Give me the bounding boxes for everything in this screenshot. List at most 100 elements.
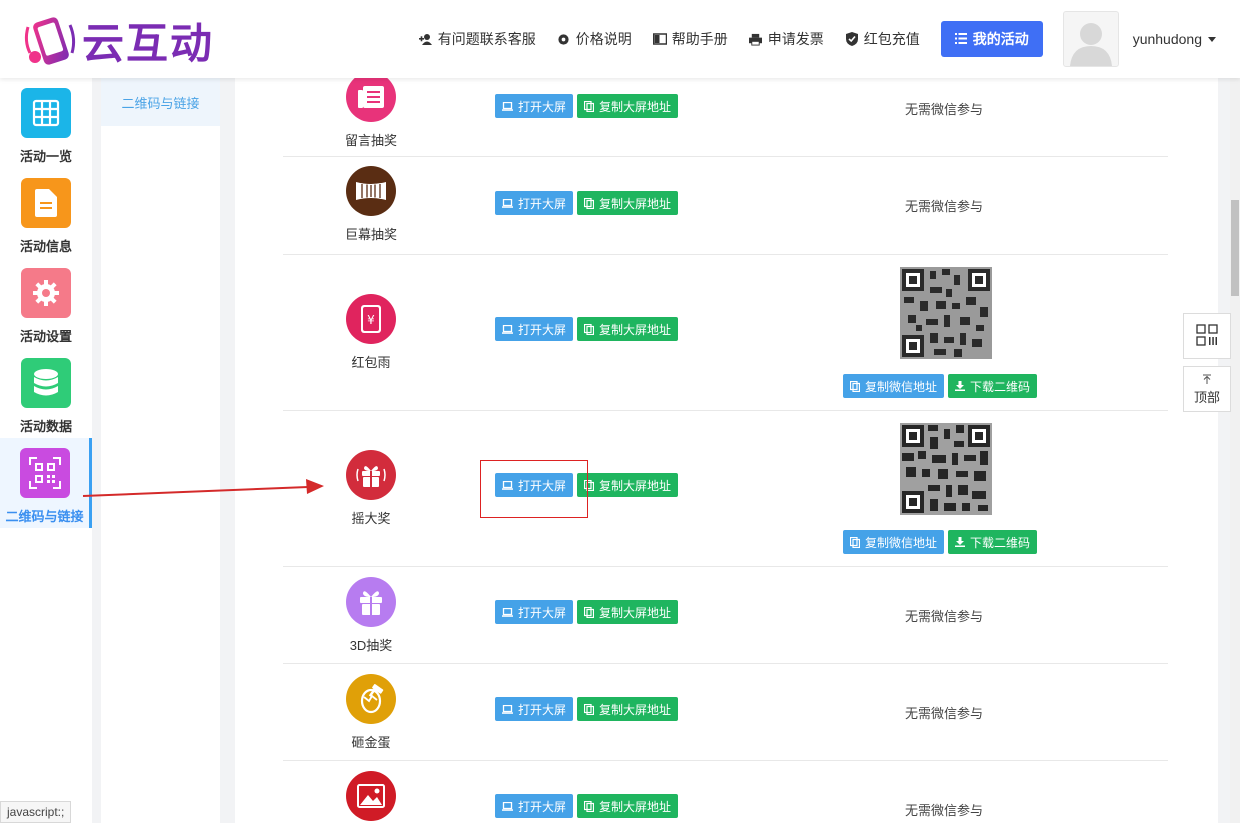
- laptop-icon: [502, 704, 513, 714]
- copy-screen-url-label: 复制大屏地址: [599, 478, 672, 493]
- sidebar-item-overview[interactable]: 活动一览: [0, 78, 92, 168]
- sidebar-item-data[interactable]: 活动数据: [0, 348, 92, 438]
- back-to-top-button[interactable]: 顶部: [1183, 366, 1231, 412]
- open-screen-label: 打开大屏: [518, 196, 567, 211]
- no-wechat-text: 无需微信参与: [905, 609, 984, 624]
- scrollbar-thumb[interactable]: [1231, 200, 1239, 296]
- copy-screen-url-button[interactable]: 复制大屏地址: [577, 600, 679, 624]
- screen-buttons: 打开大屏 复制大屏地址: [495, 94, 682, 118]
- copy-icon: [584, 703, 595, 715]
- copy-screen-url-button[interactable]: 复制大屏地址: [577, 473, 679, 497]
- sidebar-item-qrcode-links[interactable]: 二维码与链接: [0, 438, 92, 528]
- laptop-icon: [502, 607, 513, 617]
- game-cell: 巨幕抽奖: [345, 166, 397, 243]
- copy-screen-url-label: 复制大屏地址: [599, 196, 672, 211]
- download-qr-button[interactable]: 下载二维码: [948, 374, 1038, 398]
- shield-check-icon: [845, 32, 859, 46]
- copy-wechat-url-label: 复制微信地址: [865, 379, 938, 394]
- gear-icon: [557, 32, 571, 46]
- my-activity-label: 我的活动: [972, 31, 1029, 47]
- sidebar-item-label: 活动数据: [19, 419, 72, 434]
- copy-screen-url-button[interactable]: 复制大屏地址: [577, 317, 679, 341]
- copy-icon: [584, 323, 595, 335]
- scrollbar-track[interactable]: [1230, 78, 1240, 823]
- table-row: 留言抽奖 打开大屏 复制大屏地址 无需微信参与: [283, 78, 1168, 157]
- nav-pricing-label: 价格说明: [575, 31, 632, 47]
- game-cell: ¥ 红包雨: [345, 294, 397, 371]
- grid-icon: [21, 88, 71, 138]
- sidebar-item-settings[interactable]: 活动设置: [0, 258, 92, 348]
- game-cell: 3D抽奖: [345, 577, 397, 654]
- list-icon: [954, 31, 967, 47]
- sub-sidebar: 二维码与链接: [101, 78, 220, 823]
- copy-icon: [584, 100, 595, 112]
- user-plus-icon: [418, 32, 433, 46]
- float-qrcode-button[interactable]: [1183, 313, 1231, 359]
- copy-icon: [584, 197, 595, 209]
- table-row: 巨幕抽奖 打开大屏 复制大屏地址 无需微信参与: [283, 158, 1168, 255]
- printer-icon: [749, 32, 763, 46]
- copy-wechat-url-button[interactable]: 复制微信地址: [843, 374, 945, 398]
- copy-screen-url-button[interactable]: 复制大屏地址: [577, 697, 679, 721]
- download-qr-label: 下载二维码: [970, 379, 1031, 394]
- game-name: 摇大奖: [351, 511, 391, 526]
- red-envelope-icon: ¥: [346, 294, 396, 344]
- open-screen-button[interactable]: 打开大屏: [495, 697, 574, 721]
- copy-screen-url-button[interactable]: 复制大屏地址: [577, 94, 679, 118]
- copy-wechat-url-button[interactable]: 复制微信地址: [843, 530, 945, 554]
- table-row: ¥ 红包雨 打开大屏 复制大屏地址 复制微信地址 下载二维码: [283, 255, 1168, 411]
- open-screen-button[interactable]: 打开大屏: [495, 191, 574, 215]
- no-wechat-text: 无需微信参与: [905, 803, 984, 818]
- my-activity-button[interactable]: 我的活动: [940, 21, 1043, 57]
- copy-screen-url-button[interactable]: 复制大屏地址: [577, 794, 679, 818]
- copy-icon: [850, 536, 860, 548]
- copy-icon: [584, 606, 595, 618]
- download-icon: [955, 537, 966, 547]
- open-screen-button[interactable]: 打开大屏: [495, 317, 574, 341]
- phone-logo-icon: [22, 13, 78, 69]
- download-icon: [955, 381, 966, 391]
- open-screen-label: 打开大屏: [518, 799, 567, 814]
- sub-sidebar-item-qrcode-links[interactable]: 二维码与链接: [101, 78, 220, 126]
- copy-screen-url-label: 复制大屏地址: [599, 799, 672, 814]
- screen-buttons: 打开大屏 复制大屏地址: [495, 317, 682, 341]
- open-screen-button[interactable]: 打开大屏: [495, 600, 574, 624]
- image-icon: [346, 771, 396, 821]
- screen-buttons: 打开大屏 复制大屏地址: [495, 191, 682, 215]
- golden-egg-icon: [346, 674, 396, 724]
- highlight-box: [480, 460, 588, 518]
- game-cell: 砸金蛋: [345, 674, 397, 751]
- open-screen-button[interactable]: 打开大屏: [495, 94, 574, 118]
- qr-code-image: [900, 423, 992, 515]
- sidebar-item-info[interactable]: 活动信息: [0, 168, 92, 258]
- qrcode-outline-icon: [1196, 323, 1218, 349]
- caret-down-icon: [1208, 36, 1216, 42]
- nav-invoice-label: 申请发票: [767, 31, 824, 47]
- top-nav: 有问题联系客服 价格说明 帮助手册 申请发票 红包充值 我的活动 yunhudo…: [418, 0, 1240, 78]
- laptop-icon: [502, 324, 513, 334]
- sidebar-item-label: 活动设置: [19, 329, 72, 344]
- download-qr-button[interactable]: 下载二维码: [948, 530, 1038, 554]
- avatar[interactable]: [1062, 11, 1119, 67]
- nav-help-manual-label: 帮助手册: [671, 31, 728, 47]
- copy-screen-url-button[interactable]: 复制大屏地址: [577, 191, 679, 215]
- laptop-icon: [502, 198, 513, 208]
- open-screen-button[interactable]: 打开大屏: [495, 794, 574, 818]
- open-screen-label: 打开大屏: [518, 99, 567, 114]
- top-header: 云互动 有问题联系客服 价格说明 帮助手册 申请发票 红包充值 我的活动 yun…: [0, 0, 1240, 78]
- nav-redpacket-recharge[interactable]: 红包充值: [845, 29, 920, 49]
- nav-contact-support[interactable]: 有问题联系客服: [418, 29, 536, 49]
- user-menu[interactable]: yunhudong: [1133, 31, 1216, 47]
- qrcode-icon: [19, 448, 70, 498]
- screen-buttons: 打开大屏 复制大屏地址: [495, 697, 682, 721]
- table-row: 摇大奖 打开大屏 复制大屏地址 复制微信地址 下载二维码: [283, 411, 1168, 567]
- nav-pricing[interactable]: 价格说明: [557, 29, 632, 49]
- gift-box-icon: [346, 577, 396, 627]
- no-wechat-text: 无需微信参与: [905, 199, 984, 214]
- nav-contact-support-label: 有问题联系客服: [437, 31, 536, 47]
- brand-logo[interactable]: 云互动: [22, 10, 214, 71]
- download-qr-label: 下载二维码: [970, 535, 1031, 550]
- qr-buttons: 复制微信地址 下载二维码: [843, 530, 1041, 554]
- nav-invoice[interactable]: 申请发票: [749, 29, 824, 49]
- nav-help-manual[interactable]: 帮助手册: [652, 29, 728, 49]
